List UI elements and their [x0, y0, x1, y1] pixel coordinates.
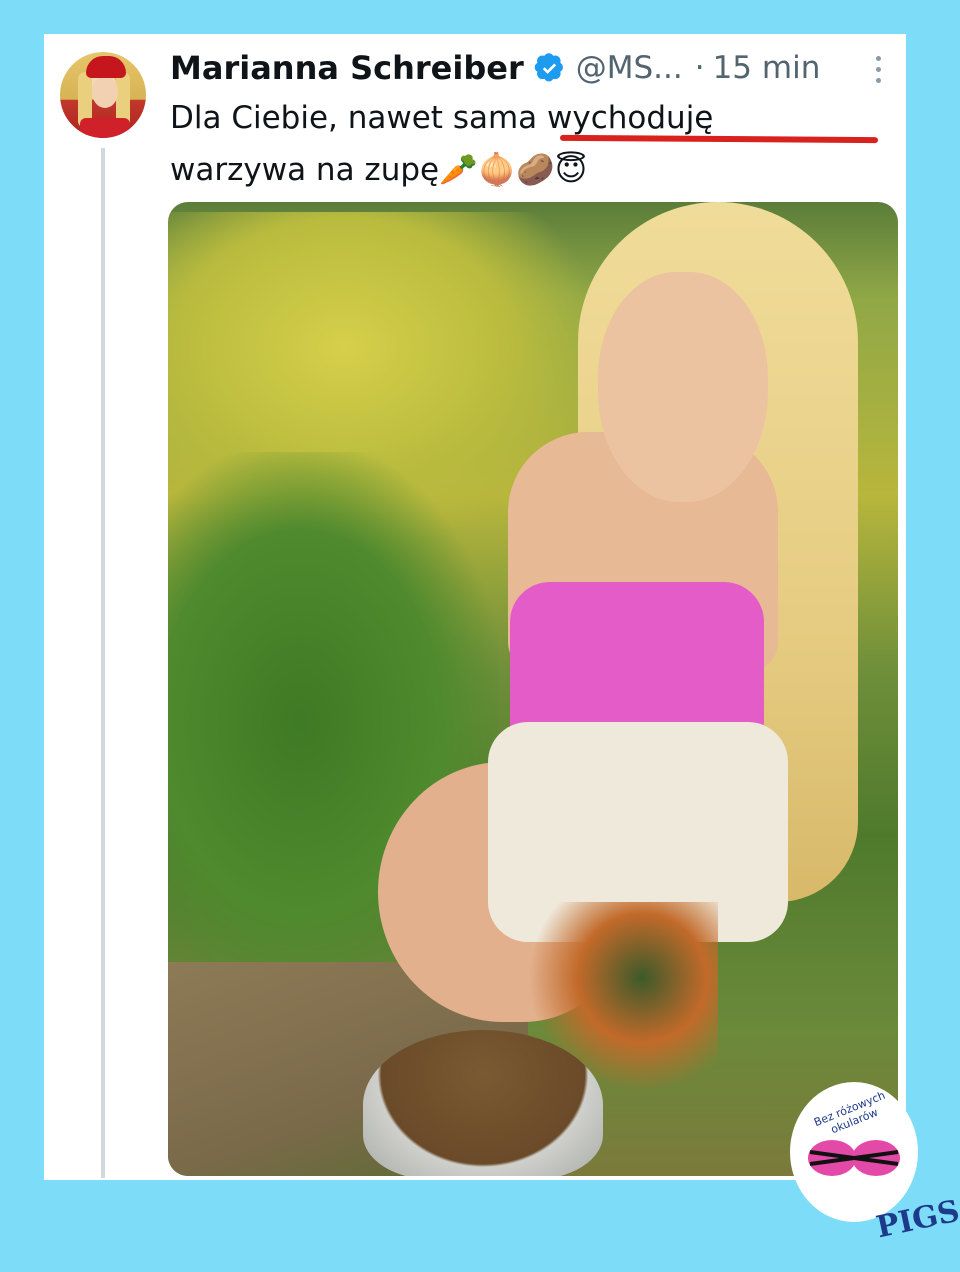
more-options-icon[interactable] — [872, 56, 886, 86]
verified-badge-icon — [534, 53, 563, 82]
tweet-text: Dla Ciebie, nawet sama wychoduję warzywa… — [170, 92, 860, 196]
tweet-photo[interactable] — [168, 202, 898, 1176]
watermark-logo: Bez różowych okularów PIGS — [784, 1082, 960, 1266]
author-name[interactable]: Marianna Schreiber — [170, 49, 524, 87]
author-handle[interactable]: @MS... — [576, 50, 683, 86]
avatar[interactable] — [60, 52, 146, 138]
thread-connector-line — [101, 148, 105, 1178]
tweet-text-line-2: warzywa na zupę🥕🧅🥔😇 — [170, 152, 588, 188]
tweet-header: Marianna Schreiber @MS... · 15 min — [170, 46, 820, 90]
timestamp[interactable]: 15 min — [713, 50, 821, 86]
separator-dot: · — [694, 50, 705, 86]
